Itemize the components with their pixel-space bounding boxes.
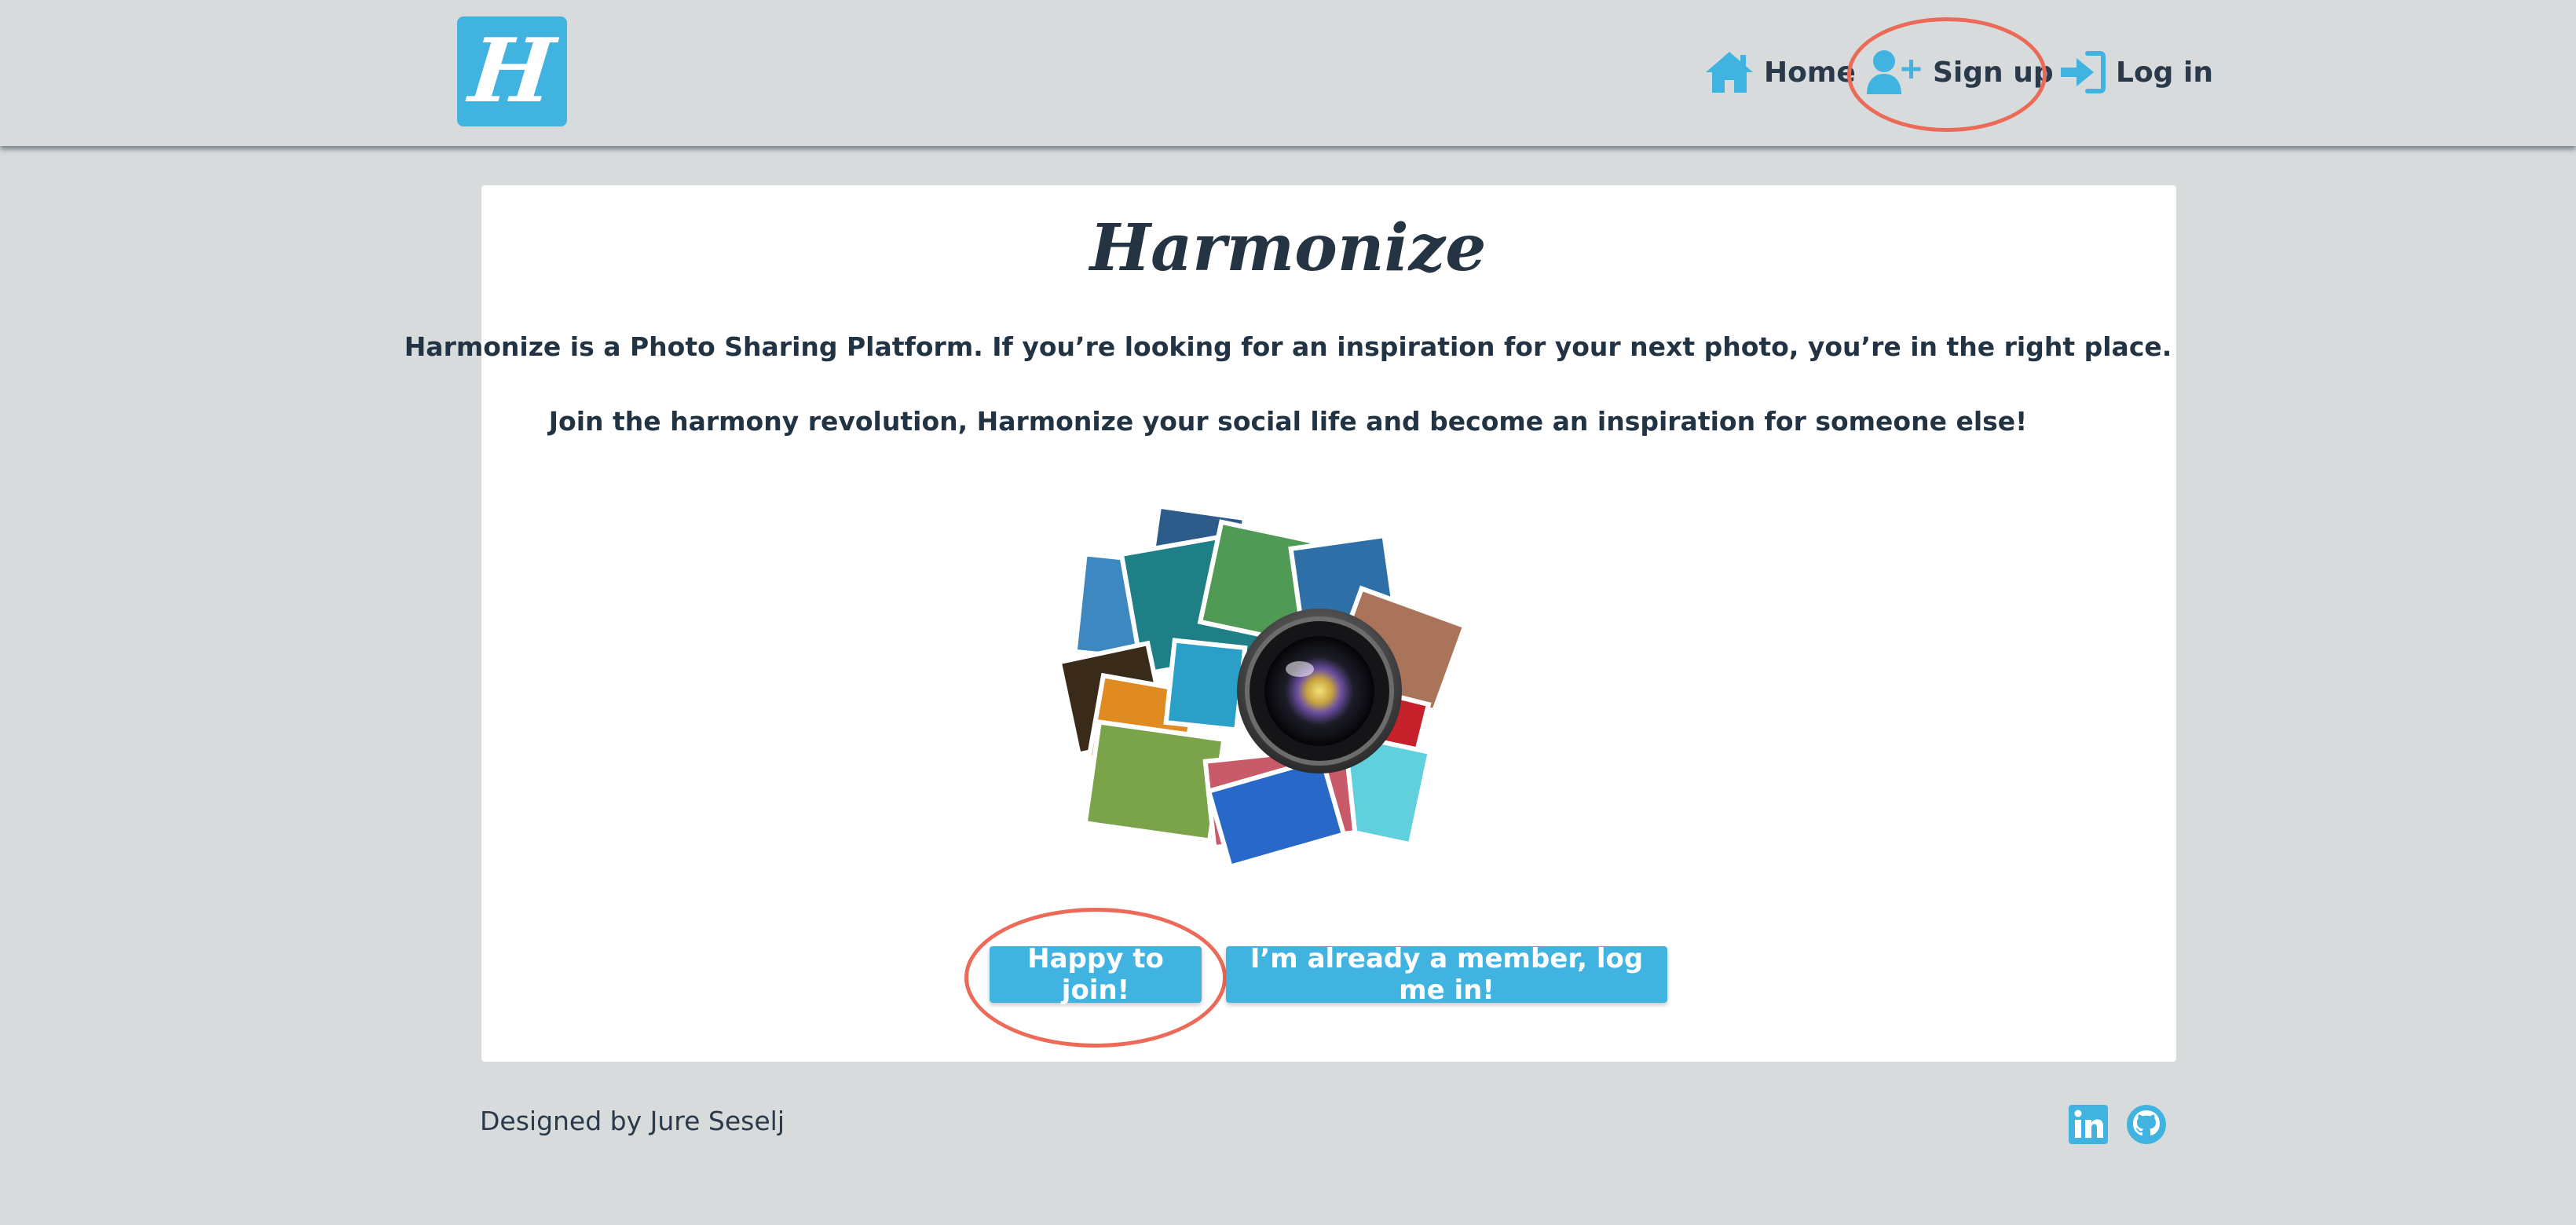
nav-home-label: Home: [1764, 56, 1856, 89]
github-icon[interactable]: [2125, 1103, 2168, 1146]
nav-login-link[interactable]: Log in: [2059, 41, 2213, 104]
hero-image: [1056, 503, 1594, 872]
nav-signup-label: Sign up: [1933, 56, 2054, 89]
sign-in-icon: [2061, 51, 2106, 93]
navbar: H Home Sign up Log in: [0, 0, 2576, 146]
photo-collage-image: [1056, 503, 1469, 870]
home-icon: [1706, 52, 1753, 93]
linkedin-icon[interactable]: [2067, 1103, 2109, 1146]
logo-letter: H: [465, 20, 559, 122]
user-plus-icon: [1867, 50, 1921, 94]
member-login-button[interactable]: I’m already a member, log me in!: [1226, 943, 1667, 1006]
intro-tagline: Join the harmony revolution, Harmonize y…: [548, 406, 2028, 437]
logo[interactable]: H: [457, 16, 567, 126]
nav-login-label: Log in: [2116, 56, 2213, 89]
footer-credit: Designed by Jure Seselj: [480, 1106, 785, 1136]
page-title: Harmonize: [1089, 210, 1487, 286]
happy-to-join-button[interactable]: Happy to join!: [990, 943, 1202, 1006]
nav-home-link[interactable]: Home: [1704, 41, 1856, 104]
intro-text: Harmonize is a Photo Sharing Platform. I…: [404, 331, 2172, 362]
nav-signup-link[interactable]: Sign up: [1865, 41, 2054, 104]
